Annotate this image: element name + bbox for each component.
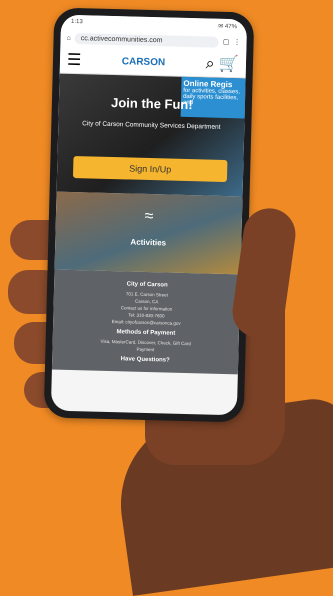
sign-in-button[interactable]: Sign In/Up — [72, 156, 228, 183]
activities-label: Activities — [130, 237, 167, 248]
hero-subtitle: City of Carson Community Services Depart… — [82, 120, 221, 131]
tabs-icon[interactable]: ▢ — [223, 38, 230, 46]
smartphone: 1:13 ✉ 47% ⌂ cc.activecommunities.com ▢ … — [43, 7, 255, 423]
menu-icon[interactable]: ☰ — [67, 50, 82, 70]
hero-banner: Online Regis for activities, classes, da… — [56, 73, 246, 197]
phone-screen: 1:13 ✉ 47% ⌂ cc.activecommunities.com ▢ … — [50, 14, 248, 416]
site-footer: City of Carson 701 E. Carson Street Cars… — [51, 269, 241, 375]
home-icon[interactable]: ⌂ — [67, 34, 71, 41]
status-time: 1:13 — [70, 18, 83, 26]
swim-icon: ≈ — [144, 207, 154, 226]
footer-questions-title: Have Questions? — [120, 356, 170, 364]
cart-icon[interactable]: 🛒 — [219, 56, 239, 74]
site-logo[interactable]: CARSON — [122, 56, 166, 68]
url-field[interactable]: cc.activecommunities.com — [74, 32, 220, 48]
activities-tile[interactable]: ≈ Activities — [54, 191, 243, 275]
search-icon[interactable]: ⌕ — [205, 55, 214, 72]
more-icon[interactable]: ⋮ — [233, 38, 240, 46]
status-indicators: ✉ 47% — [218, 23, 238, 30]
